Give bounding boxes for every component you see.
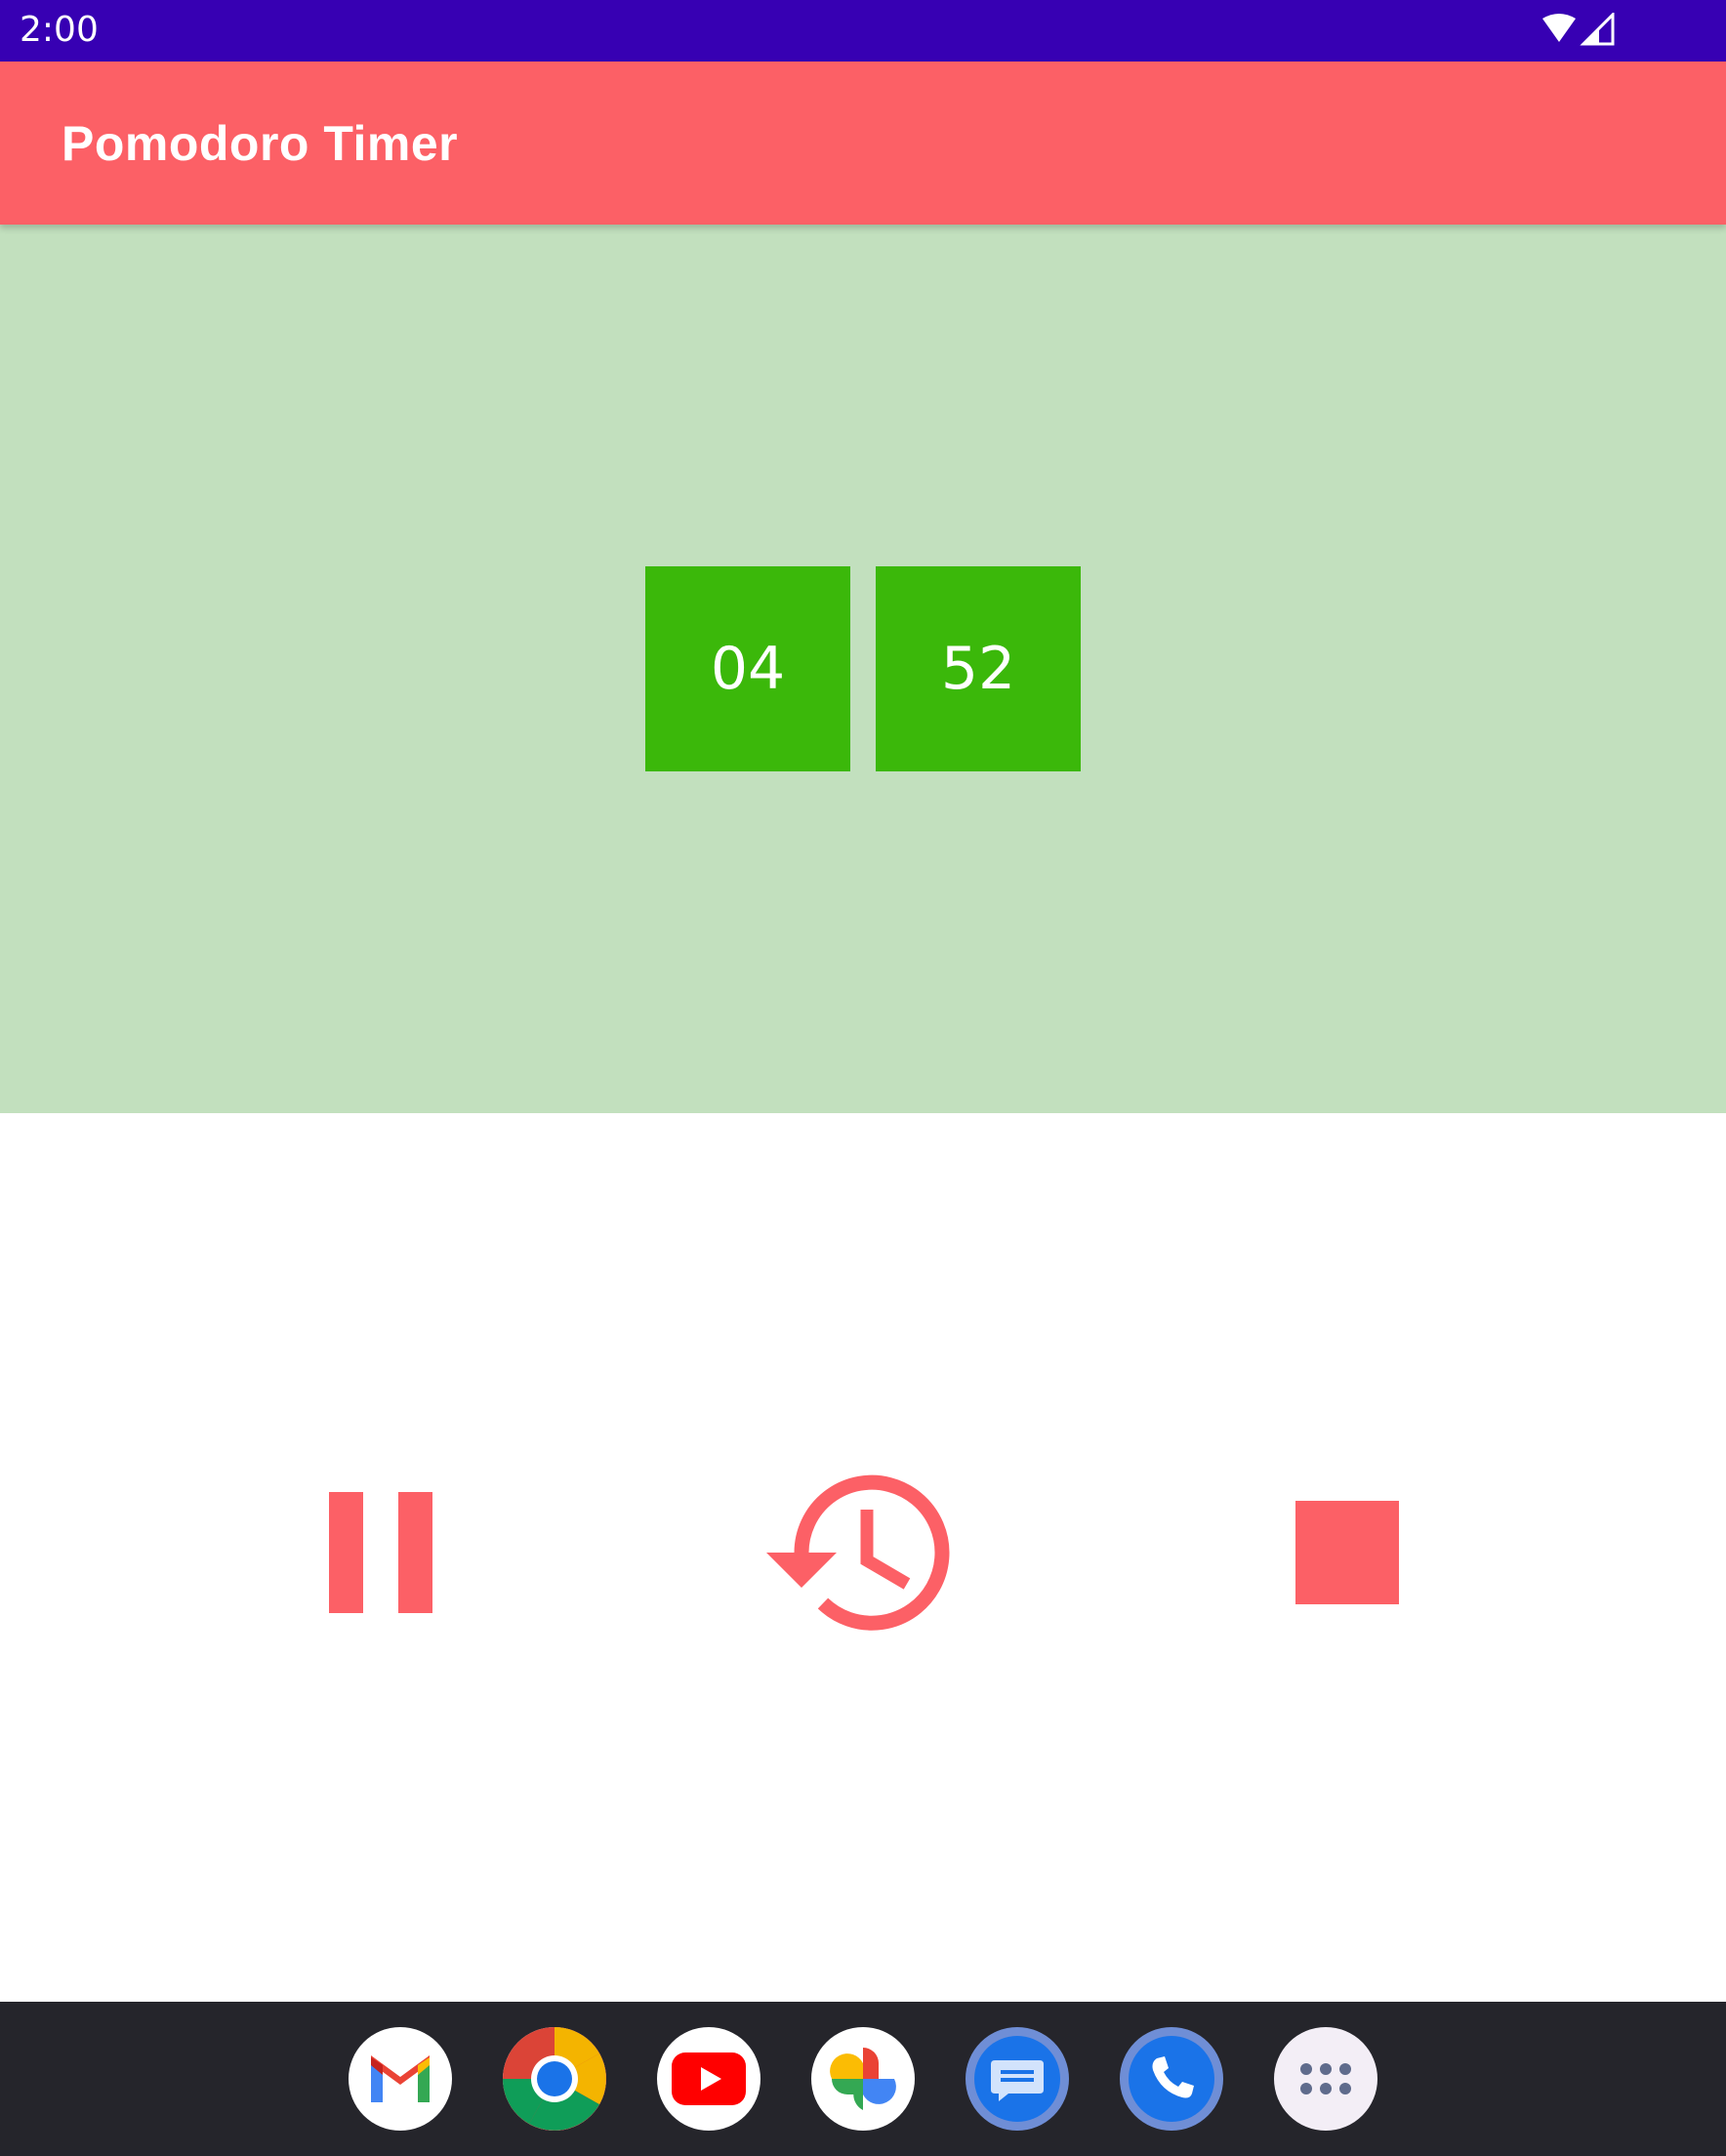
stop-icon	[1295, 1501, 1399, 1604]
app-drawer-icon	[1300, 2063, 1351, 2094]
status-time: 2:00	[20, 10, 99, 50]
dock-app-messages[interactable]	[966, 2027, 1069, 2131]
stop-button[interactable]	[1274, 1479, 1420, 1626]
seconds-display: 52	[876, 566, 1081, 771]
timer-panel: 04 52	[0, 225, 1726, 1113]
pause-button[interactable]	[310, 1474, 451, 1631]
gmail-icon	[371, 2055, 430, 2102]
cell-signal-icon	[1580, 13, 1615, 46]
photos-icon	[830, 2048, 896, 2110]
app-bar: Pomodoro Timer	[0, 62, 1726, 225]
status-icons	[1542, 13, 1615, 46]
wifi-icon	[1542, 14, 1576, 42]
dock-app-youtube[interactable]	[657, 2027, 760, 2131]
chrome-icon	[503, 2027, 606, 2131]
dock-app-drawer[interactable]	[1274, 2027, 1377, 2131]
minutes-display: 04	[645, 566, 850, 771]
status-bar: 2:00	[0, 0, 1726, 62]
pause-icon	[329, 1492, 432, 1613]
dock-app-chrome[interactable]	[503, 2027, 606, 2131]
dock-app-photos[interactable]	[811, 2027, 915, 2131]
app-title: Pomodoro Timer	[62, 116, 459, 171]
dock-app-gmail[interactable]	[349, 2027, 452, 2131]
app-dock	[0, 2002, 1726, 2156]
dock-app-phone[interactable]	[1120, 2027, 1223, 2131]
youtube-icon	[672, 2052, 746, 2105]
controls-panel	[0, 1113, 1726, 2002]
history-icon	[766, 1474, 950, 1631]
restart-button[interactable]	[752, 1460, 966, 1645]
messages-icon	[974, 2036, 1060, 2122]
phone-icon	[1129, 2036, 1214, 2122]
screen: 2:00 Pomodoro Timer 04 52	[0, 0, 1726, 2156]
